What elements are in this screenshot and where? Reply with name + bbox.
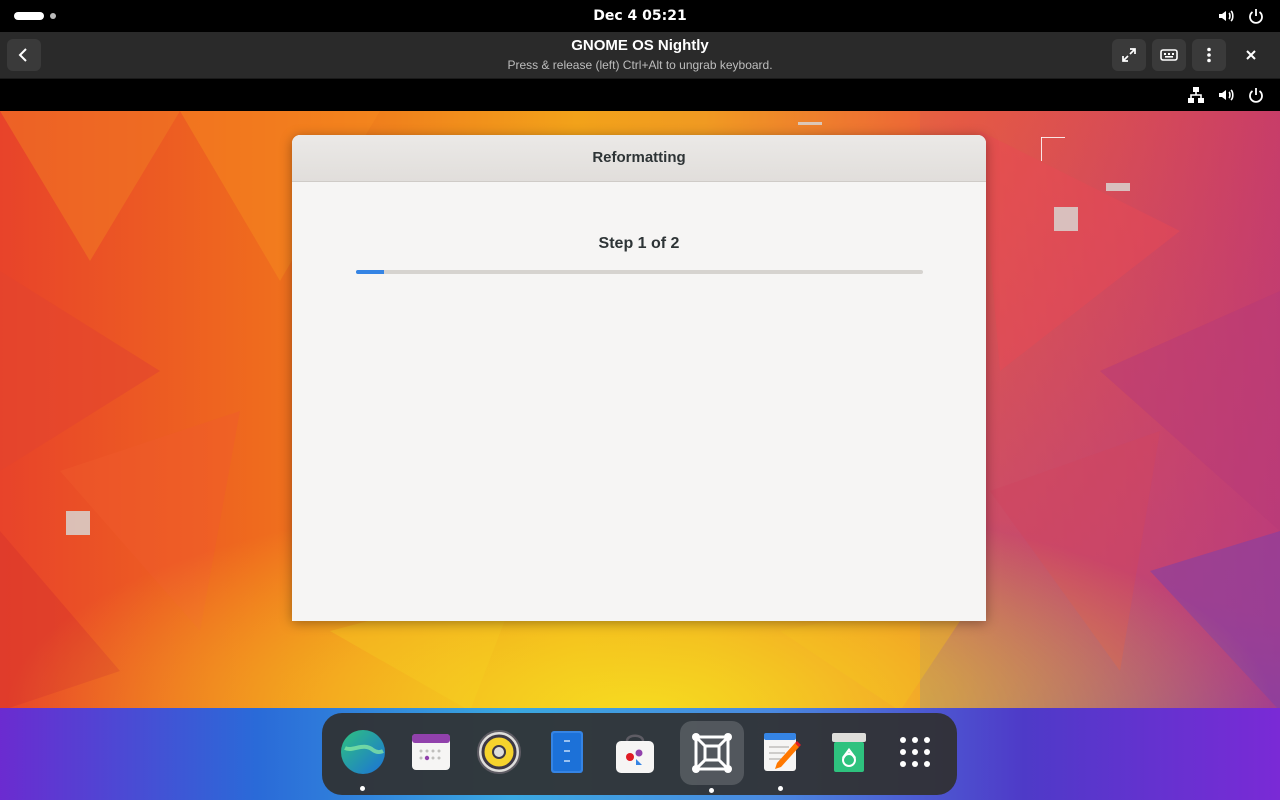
dock-item-boxes[interactable] <box>680 721 744 793</box>
render-artifact <box>1054 207 1078 231</box>
volume-icon <box>1219 10 1234 22</box>
render-artifact <box>1041 137 1042 161</box>
app-grid-icon <box>900 737 930 767</box>
progress-fill <box>356 270 385 274</box>
vm-subtitle: Press & release (left) Ctrl+Alt to ungra… <box>507 58 773 72</box>
speaker-icon <box>477 730 521 774</box>
power-icon <box>1249 88 1263 103</box>
fullscreen-icon <box>1122 48 1136 62</box>
dock-item-calendar[interactable] <box>402 723 460 781</box>
keyboard-icon <box>1160 49 1178 61</box>
dock-item-show-apps[interactable] <box>886 723 944 781</box>
reformatting-dialog: Reformatting Step 1 of 2 <box>292 135 986 621</box>
dialog-title: Reformatting <box>292 135 986 182</box>
running-indicator <box>709 788 714 793</box>
software-icon <box>616 734 654 773</box>
volume-icon <box>1219 89 1234 101</box>
close-button[interactable] <box>1234 39 1268 71</box>
fullscreen-button[interactable] <box>1112 39 1146 71</box>
menu-button[interactable] <box>1192 39 1226 71</box>
step-label: Step 1 of 2 <box>598 235 680 252</box>
guest-desktop: Reformatting Step 1 of 2 <box>0 111 1280 800</box>
dock-item-music-player[interactable] <box>470 723 528 781</box>
power-icon <box>1249 9 1263 24</box>
close-icon <box>1246 50 1256 60</box>
system-status[interactable] <box>1216 6 1266 26</box>
clock[interactable]: Dec 4 05:21 <box>0 0 1280 32</box>
render-artifact <box>1041 137 1065 138</box>
running-indicator <box>360 786 365 791</box>
dock-item-trash[interactable] <box>820 723 878 781</box>
vm-title: GNOME OS Nightly <box>571 37 709 54</box>
vm-headerbar: GNOME OS Nightly Press & release (left) … <box>0 32 1280 79</box>
dock-item-text-editor[interactable] <box>752 723 810 791</box>
keyboard-button[interactable] <box>1152 39 1186 71</box>
dock-item-web-browser[interactable] <box>334 723 392 791</box>
web-browser-icon <box>341 730 385 774</box>
render-artifact <box>798 122 822 125</box>
guest-top-bar <box>0 79 1280 111</box>
files-icon <box>551 731 583 773</box>
calendar-icon <box>412 734 450 770</box>
network-icon <box>1188 87 1204 103</box>
text-editor-icon <box>764 733 801 771</box>
dock-item-software[interactable] <box>606 723 664 781</box>
guest-system-status[interactable] <box>1186 85 1266 105</box>
progress-bar <box>356 270 923 274</box>
boxes-icon <box>692 733 732 773</box>
menu-icon <box>1207 47 1211 63</box>
render-artifact <box>1106 183 1130 191</box>
running-indicator <box>778 786 783 791</box>
trash-icon <box>832 733 866 772</box>
render-artifact <box>66 511 90 535</box>
dock-item-files[interactable] <box>538 723 596 781</box>
dock <box>322 713 957 795</box>
clock-label: Dec 4 05:21 <box>593 8 687 24</box>
host-top-bar: Dec 4 05:21 <box>0 0 1280 32</box>
